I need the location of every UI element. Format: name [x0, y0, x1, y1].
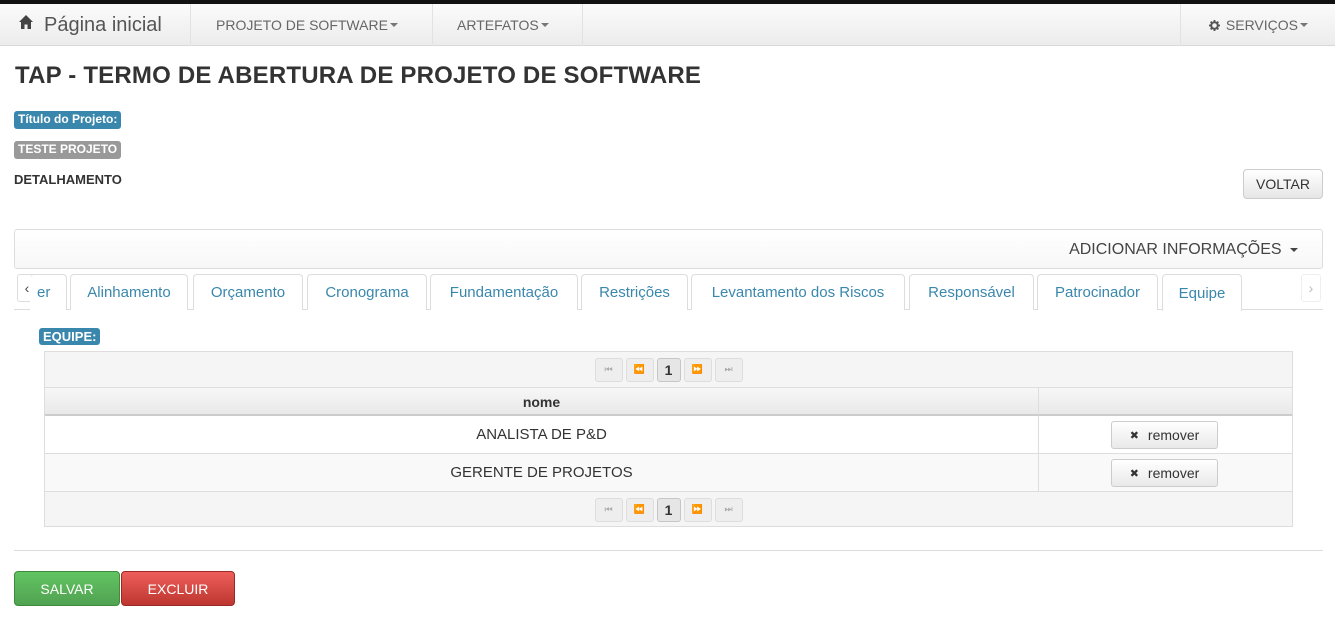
- cell-nome: GERENTE DE PROJETOS: [45, 454, 1039, 491]
- team-section-label: EQUIPE:: [39, 328, 101, 345]
- page-number-button[interactable]: 1: [656, 497, 681, 522]
- project-title-value: TESTE PROJETO: [14, 141, 122, 159]
- menu-servicos-label: SERVIÇOS: [1225, 17, 1298, 33]
- table-row: GERENTE DE PROJETOS ✖ remover: [45, 454, 1292, 492]
- chevron-down-icon: [389, 23, 398, 27]
- navbar: Página inicial PROJETO DE SOFTWARE ARTEF…: [0, 4, 1335, 46]
- pager-bottom: ⏮ ⏪ 1 ⏩ ⏭: [45, 492, 1292, 527]
- remove-button-label: remover: [1147, 465, 1200, 481]
- gear-icon: [1208, 19, 1220, 31]
- chevron-down-icon: [1300, 23, 1308, 27]
- team-table: ⏮ ⏪ 1 ⏩ ⏭ nome ANALISTA DE P&D ✖ remover…: [44, 351, 1293, 527]
- tab-levantamento-dos-riscos[interactable]: Levantamento dos Riscos: [691, 274, 905, 310]
- menu-projeto-de-software-label: PROJETO DE SOFTWARE: [216, 17, 388, 33]
- prev-page-button[interactable]: ⏪: [625, 497, 654, 522]
- add-info-bar: ADICIONAR INFORMAÇÕES: [14, 229, 1323, 269]
- page-title: TAP - TERMO DE ABERTURA DE PROJETO DE SO…: [15, 62, 702, 89]
- first-page-button[interactable]: ⏮: [594, 497, 623, 522]
- remove-button[interactable]: ✖ remover: [1111, 421, 1218, 449]
- table-header: nome: [45, 387, 1292, 416]
- divider: [14, 550, 1323, 551]
- remove-button-label: remover: [1147, 427, 1200, 443]
- close-icon: ✖: [1129, 429, 1139, 442]
- menu-projeto-de-software[interactable]: PROJETO DE SOFTWARE: [192, 4, 433, 46]
- project-title-label: Título do Projeto:: [14, 111, 122, 129]
- tab-alinhamento[interactable]: Alinhamento: [70, 274, 188, 310]
- home-icon: [19, 15, 33, 29]
- tabs-scroll-right-button[interactable]: ›: [1301, 274, 1321, 302]
- save-button[interactable]: SALVAR: [14, 571, 120, 606]
- tab-cronograma[interactable]: Cronograma: [307, 274, 427, 310]
- chevron-down-icon: [540, 23, 549, 27]
- back-button[interactable]: VOLTAR: [1243, 169, 1323, 199]
- tab-fundamentacao[interactable]: Fundamentação: [430, 274, 578, 310]
- column-header-nome[interactable]: nome: [45, 388, 1039, 415]
- tab-orcamento[interactable]: Orçamento: [193, 274, 303, 310]
- chevron-down-icon: [1290, 247, 1298, 252]
- last-page-button[interactable]: ⏭: [714, 357, 743, 382]
- home-label: Página inicial: [44, 13, 162, 36]
- add-info-dropdown[interactable]: ADICIONAR INFORMAÇÕES: [1069, 241, 1298, 259]
- cell-nome: ANALISTA DE P&D: [45, 416, 1039, 453]
- close-icon: ✖: [1129, 467, 1139, 480]
- prev-page-button[interactable]: ⏪: [625, 357, 654, 382]
- tab-restricoes[interactable]: Restrições: [581, 274, 688, 310]
- tab-patrocinador[interactable]: Patrocinador: [1037, 274, 1158, 310]
- home-link[interactable]: Página inicial: [0, 4, 191, 46]
- next-page-button[interactable]: ⏩: [683, 497, 712, 522]
- menu-artefatos[interactable]: ARTEFATOS: [433, 4, 583, 46]
- page-number-button[interactable]: 1: [656, 357, 681, 382]
- table-row: ANALISTA DE P&D ✖ remover: [45, 416, 1292, 454]
- detail-heading: DETALHAMENTO: [14, 172, 122, 187]
- menu-servicos[interactable]: SERVIÇOS: [1179, 4, 1335, 46]
- tab-equipe[interactable]: Equipe: [1162, 274, 1242, 311]
- tab-partial[interactable]: er: [30, 274, 67, 310]
- delete-button[interactable]: EXCLUIR: [121, 571, 235, 606]
- last-page-button[interactable]: ⏭: [714, 497, 743, 522]
- pager-top: ⏮ ⏪ 1 ⏩ ⏭: [45, 352, 1292, 387]
- menu-artefatos-label: ARTEFATOS: [457, 17, 539, 33]
- add-info-label: ADICIONAR INFORMAÇÕES: [1069, 241, 1282, 258]
- tab-responsavel[interactable]: Responsável: [909, 274, 1034, 310]
- remove-button[interactable]: ✖ remover: [1111, 459, 1218, 487]
- first-page-button[interactable]: ⏮: [594, 357, 623, 382]
- next-page-button[interactable]: ⏩: [683, 357, 712, 382]
